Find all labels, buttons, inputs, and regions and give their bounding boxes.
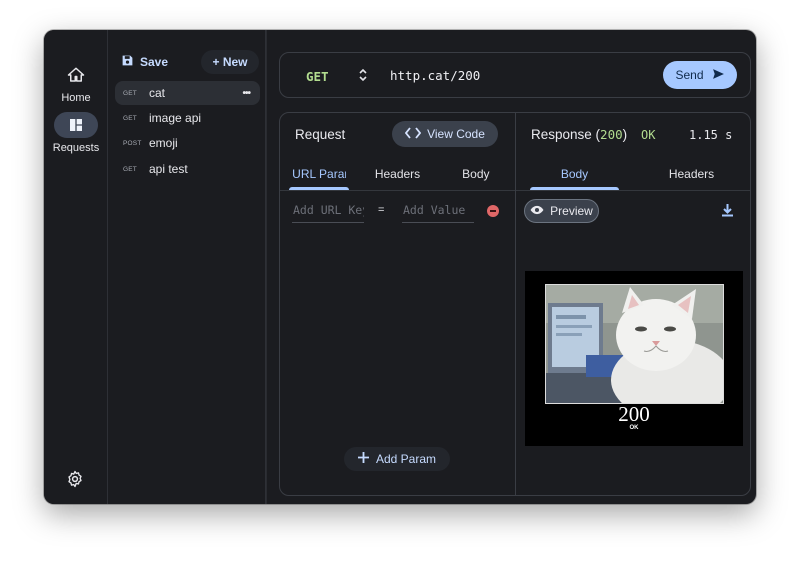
plus-icon <box>357 452 369 466</box>
param-value-input[interactable]: Add Value <box>402 203 474 223</box>
response-pane-title: Response (200) <box>531 127 628 142</box>
param-row: Add URL Key = Add Value <box>292 203 504 225</box>
request-name: cat <box>149 86 166 100</box>
add-param-button[interactable]: Add Param <box>344 447 450 471</box>
preview-label: Preview <box>550 204 593 218</box>
nav-home-label: Home <box>61 92 91 104</box>
response-pane: Response (200) OK 1.15 s Body Headers Pr… <box>515 112 751 496</box>
main-area: GET http.cat/200 Send Request View Code <box>266 30 756 504</box>
settings-button[interactable] <box>66 470 84 493</box>
request-method: GET <box>123 165 137 173</box>
download-button[interactable] <box>721 203 734 222</box>
image-caption-text: OK <box>629 425 639 431</box>
preview-toggle[interactable]: Preview <box>524 199 599 223</box>
request-pane: Request View Code URL Params Headers Bod… <box>279 112 516 496</box>
nav-rail: Home Requests <box>44 30 108 504</box>
gear-icon <box>66 470 84 492</box>
url-input[interactable]: http.cat/200 <box>390 68 480 83</box>
view-code-button[interactable]: View Code <box>392 121 498 147</box>
download-icon <box>721 204 734 221</box>
save-icon <box>121 54 134 70</box>
requests-list-panel: Save + New GET cat ••• GET image api POS… <box>108 30 266 504</box>
request-method: GET <box>123 89 137 97</box>
image-caption-code: 200 <box>618 402 650 426</box>
request-item-cat[interactable]: GET cat ••• <box>115 81 260 105</box>
save-label: Save <box>140 55 169 69</box>
nav-requests[interactable]: Requests <box>44 112 108 154</box>
send-icon <box>712 68 725 83</box>
request-item-emoji[interactable]: POST emoji <box>115 131 260 155</box>
response-image-preview: 200 OK <box>525 271 743 446</box>
list-header: Save + New <box>108 50 266 74</box>
view-code-label: View Code <box>427 127 485 141</box>
nav-requests-label: Requests <box>52 142 100 154</box>
unfold-icon <box>358 67 368 88</box>
save-button[interactable]: Save <box>121 50 168 74</box>
more-icon[interactable]: ••• <box>242 88 250 99</box>
eye-icon <box>530 204 544 218</box>
method-select[interactable]: GET <box>306 66 376 86</box>
tab-body[interactable]: Body <box>437 157 515 190</box>
request-tabs: URL Params Headers Body <box>280 157 515 191</box>
tab-response-body[interactable]: Body <box>516 157 633 190</box>
request-item-api-test[interactable]: GET api test <box>115 157 260 181</box>
request-method: POST <box>123 139 142 147</box>
home-icon <box>54 62 98 88</box>
url-bar: GET http.cat/200 Send <box>279 52 751 98</box>
tab-headers[interactable]: Headers <box>358 157 436 190</box>
request-method: GET <box>123 114 137 122</box>
add-param-label: Add Param <box>375 452 437 466</box>
cat-photo <box>545 284 724 404</box>
app-window: Home Requests Save + New GET cat ••• GET… <box>44 30 756 504</box>
status-code: 200 <box>600 127 623 142</box>
tab-url-params[interactable]: URL Params <box>280 157 358 190</box>
status-text: OK <box>641 128 656 142</box>
send-button[interactable]: Send <box>663 61 737 89</box>
response-tabs: Body Headers <box>516 157 750 191</box>
method-value: GET <box>306 68 329 84</box>
code-icon <box>404 126 422 142</box>
remove-param-button[interactable] <box>487 205 499 217</box>
nav-home[interactable]: Home <box>44 62 108 104</box>
dashboard-icon <box>54 112 98 138</box>
request-pane-title: Request <box>295 127 346 142</box>
send-label: Send <box>675 68 704 82</box>
tab-response-headers[interactable]: Headers <box>633 157 750 190</box>
param-equals: = <box>378 204 385 216</box>
request-name: emoji <box>149 136 178 150</box>
request-name: api test <box>149 162 188 176</box>
request-item-image-api[interactable]: GET image api <box>115 106 260 130</box>
new-request-button[interactable]: + New <box>201 50 259 74</box>
request-name: image api <box>149 111 202 125</box>
param-key-input[interactable]: Add URL Key <box>292 203 364 223</box>
response-timing: 1.15 s <box>689 128 733 142</box>
